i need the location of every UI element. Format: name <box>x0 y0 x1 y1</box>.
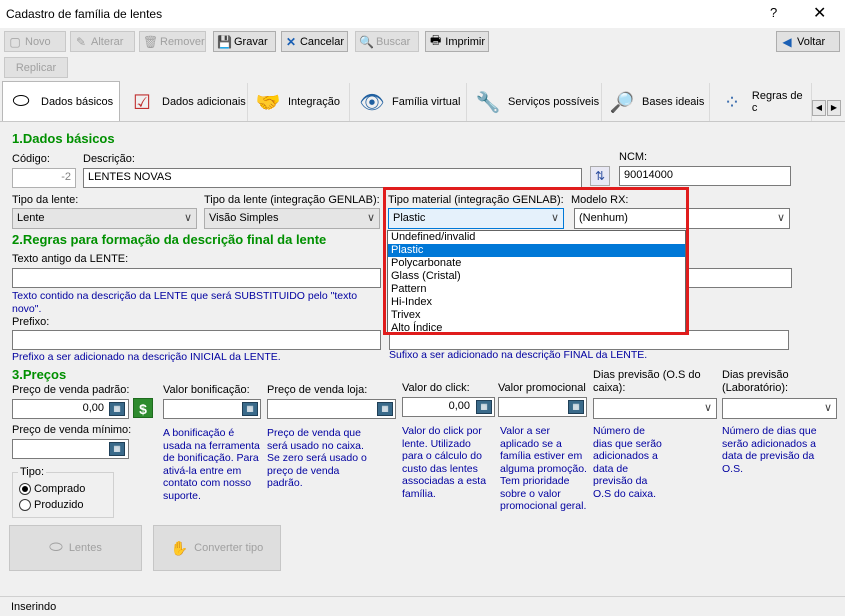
valor-click-hint: Valor do click por lente. Utilizado para… <box>402 425 487 500</box>
magnifier-icon: 🔎 <box>609 91 635 114</box>
chevron-down-icon: ∨ <box>183 212 192 224</box>
section-3-title: 3.Preços <box>12 367 67 382</box>
close-button[interactable]: ✕ <box>813 3 826 23</box>
dias-lab-select[interactable]: ∨ <box>722 398 837 419</box>
wrench-icon: 🔧 <box>475 91 501 114</box>
chevron-down-icon: ∨ <box>776 212 785 224</box>
calculator-icon[interactable]: ▦ <box>476 400 492 414</box>
lens-icon: ⬭ <box>49 539 63 556</box>
lentes-button[interactable]: ⬭ Lentes <box>9 525 142 571</box>
window-title: Cadastro de família de lentes <box>6 7 163 21</box>
calculator-icon[interactable]: ▦ <box>109 442 125 456</box>
save-icon: 💾 <box>217 34 232 49</box>
texto-antigo-label: Texto antigo da LENTE: <box>12 253 129 265</box>
descricao-field[interactable]: LENTES NOVAS <box>83 168 582 188</box>
alterar-button[interactable]: ✎ Alterar <box>70 31 135 52</box>
tab-dados-basicos[interactable]: ⬭ Dados básicos <box>2 81 120 121</box>
preco-venda-label: Preço de venda padrão: <box>12 384 130 396</box>
status-bar: Inserindo <box>0 596 845 616</box>
help-button[interactable]: ? <box>770 5 777 20</box>
calculator-icon[interactable]: ▦ <box>377 402 393 416</box>
tipo-lente-select[interactable]: Lente ∨ <box>12 208 197 229</box>
section-1-title: 1.Dados básicos <box>12 131 115 146</box>
edit-icon: ✎ <box>75 34 87 49</box>
replicar-button[interactable]: Replicar <box>4 57 68 78</box>
new-doc-icon: ▢ <box>9 34 21 49</box>
tab-familia-virtual[interactable]: 👁 Família virtual <box>354 83 467 121</box>
back-arrow-icon: ◀ <box>782 34 792 49</box>
tab-bases-ideais[interactable]: 🔎 Bases ideais <box>604 83 710 121</box>
dias-lab-hint: Número de dias que serão adicionados a d… <box>722 425 817 475</box>
dias-lab-label: Dias previsão (Laboratório): <box>722 369 789 394</box>
tab-scroll-left-button[interactable]: ◀ <box>812 100 826 116</box>
radio-produzido[interactable]: Produzido <box>19 499 84 511</box>
calculator-icon[interactable]: ▦ <box>109 402 125 416</box>
valor-promo-label: Valor promocional <box>498 382 586 394</box>
convert-icon: ✋ <box>170 539 189 556</box>
valor-click-label: Valor do click: <box>402 382 470 394</box>
calculator-icon[interactable]: ▦ <box>242 402 258 416</box>
title-bar: Cadastro de família de lentes ? ✕ <box>0 0 845 28</box>
trash-icon: 🗑 <box>143 34 159 49</box>
imprimir-button[interactable]: 🖶 Imprimir <box>425 31 489 52</box>
status-text: Inserindo <box>11 601 57 613</box>
dias-caixa-hint: Número de dias que serão adicionados a d… <box>593 425 662 500</box>
prefixo-hint: Prefixo a ser adicionado na descrição IN… <box>12 351 281 363</box>
novo-button[interactable]: ▢ Novo <box>4 31 66 52</box>
dollar-icon[interactable]: $ <box>133 398 153 418</box>
valor-bonif-label: Valor bonificação: <box>163 384 250 396</box>
cancel-icon: ✕ <box>285 34 297 49</box>
dias-caixa-select[interactable]: ∨ <box>593 398 717 419</box>
converter-tipo-button[interactable]: ✋ Converter tipo <box>153 525 281 571</box>
ncm-field[interactable]: 90014000 <box>619 166 791 186</box>
chevron-down-icon: ∨ <box>823 402 832 414</box>
tab-scroll: ◀ ▶ <box>812 100 842 116</box>
tipo-label: Tipo: <box>18 466 47 478</box>
valor-bonif-hint: A bonificação é usada na ferramenta de b… <box>163 427 260 502</box>
prefixo-field[interactable] <box>12 330 381 350</box>
tab-servicos-possiveis[interactable]: 🔧 Serviços possíveis <box>470 83 602 121</box>
handshake-icon: 🤝 <box>255 91 281 114</box>
eye-icon: 👁 <box>359 91 385 114</box>
remover-button[interactable]: 🗑 Remover <box>139 31 206 52</box>
voltar-button[interactable]: ◀ Voltar <box>776 31 840 52</box>
codigo-label: Código: <box>12 153 50 165</box>
valor-promo-hint: Valor a ser aplicado se a família estive… <box>500 425 587 512</box>
tipo-lente-label: Tipo da lente: <box>12 194 79 206</box>
ncm-label: NCM: <box>619 151 648 163</box>
texto-antigo-hint: Texto contido na descrição da LENTE que … <box>12 290 358 315</box>
highlight-box <box>383 187 689 335</box>
codigo-field: -2 <box>12 168 76 188</box>
section-2-title: 2.Regras para formação da descrição fina… <box>12 232 327 247</box>
tipo-lente-int-select[interactable]: Visão Simples ∨ <box>204 208 380 229</box>
radio-comprado[interactable]: Comprado <box>19 483 85 495</box>
gravar-button[interactable]: 💾 Gravar <box>213 31 276 52</box>
chevron-down-icon: ∨ <box>703 402 712 414</box>
tab-integracao[interactable]: 🤝 Integração <box>250 83 350 121</box>
tab-scroll-right-button[interactable]: ▶ <box>827 100 841 116</box>
tab-dados-adicionais[interactable]: ☑ Dados adicionais <box>124 83 248 121</box>
lookup-icon[interactable]: ⇅ <box>590 166 610 186</box>
dots-grid-icon: ⁘ <box>723 91 741 114</box>
texto-antigo-field[interactable] <box>12 268 381 288</box>
buscar-button[interactable]: 🔍 Buscar <box>355 31 419 52</box>
prefixo-label: Prefixo: <box>12 316 50 328</box>
sufixo-hint: Sufixo a ser adicionado na descrição FIN… <box>389 349 648 361</box>
toggle-icon: ⬭ <box>12 90 30 112</box>
preco-loja-hint: Preço de venda que será usado no caixa. … <box>267 427 367 489</box>
chevron-down-icon: ∨ <box>366 212 375 224</box>
printer-icon: 🖶 <box>429 33 442 47</box>
cancelar-button[interactable]: ✕ Cancelar <box>281 31 348 52</box>
preco-min-label: Preço de venda mínimo: <box>12 424 132 436</box>
calculator-icon[interactable]: ▦ <box>568 400 584 414</box>
descricao-label: Descrição: <box>83 153 135 165</box>
checklist-icon: ☑ <box>133 91 151 114</box>
search-icon: 🔍 <box>359 34 374 49</box>
tipo-group <box>12 472 114 518</box>
tipo-lente-int-label: Tipo da lente (integração GENLAB): <box>204 194 380 206</box>
preco-loja-label: Preço de venda loja: <box>267 384 368 396</box>
tab-regras[interactable]: ⁘ Regras de c <box>714 83 812 121</box>
dias-caixa-label: Dias previsão (O.S do caixa): <box>593 369 701 394</box>
